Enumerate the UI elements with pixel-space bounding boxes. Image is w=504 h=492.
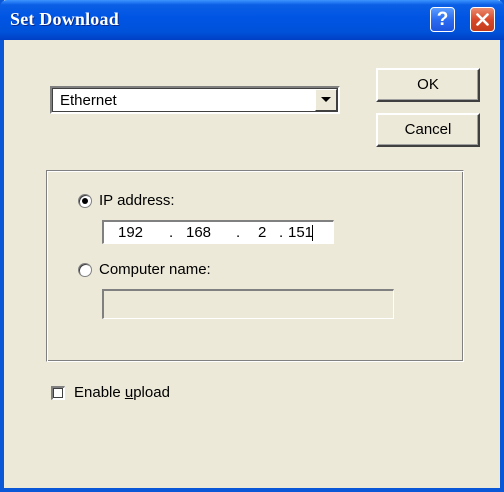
set-download-dialog: Set Download ? Ethernet OK Cancel IP add… <box>0 0 504 492</box>
radio-selected-dot <box>82 198 88 204</box>
cancel-button[interactable]: Cancel <box>376 113 480 147</box>
text-caret <box>312 225 313 241</box>
ip-separator: . <box>279 224 284 241</box>
ip-octet-3[interactable]: 2 <box>258 224 266 241</box>
title-bar[interactable]: Set Download ? <box>0 0 504 40</box>
enable-upload-label[interactable]: Enable upload <box>74 384 170 401</box>
enable-upload-label-rest: pload <box>133 384 170 401</box>
computer-name-label[interactable]: Computer name: <box>99 261 211 278</box>
close-icon <box>476 13 489 26</box>
ip-octet-4[interactable]: 151 <box>288 224 313 241</box>
ip-octet-1[interactable]: 192 <box>118 224 143 241</box>
dropdown-button[interactable] <box>315 89 337 111</box>
ip-octet-2[interactable]: 168 <box>186 224 211 241</box>
ip-address-input[interactable]: 192 . 168 . 2 . 151 <box>102 220 334 244</box>
enable-upload-checkbox[interactable] <box>51 386 65 400</box>
enable-upload-accel-key: u <box>124 384 134 401</box>
help-icon: ? <box>436 9 449 30</box>
connection-type-value: Ethernet <box>60 92 117 109</box>
ip-separator: . <box>169 224 174 241</box>
ok-button[interactable]: OK <box>376 68 480 102</box>
help-button[interactable]: ? <box>430 7 455 32</box>
chevron-down-icon <box>321 97 331 102</box>
computer-name-input[interactable] <box>102 289 394 319</box>
dialog-title: Set Download <box>10 9 119 29</box>
ip-separator: . <box>236 224 241 241</box>
connection-type-select[interactable]: Ethernet <box>50 86 340 114</box>
enable-upload-label-prefix: Enable <box>74 384 125 401</box>
close-button[interactable] <box>470 7 495 32</box>
ip-address-radio[interactable] <box>78 194 92 208</box>
ip-address-label[interactable]: IP address: <box>99 192 175 209</box>
computer-name-radio[interactable] <box>78 263 92 277</box>
